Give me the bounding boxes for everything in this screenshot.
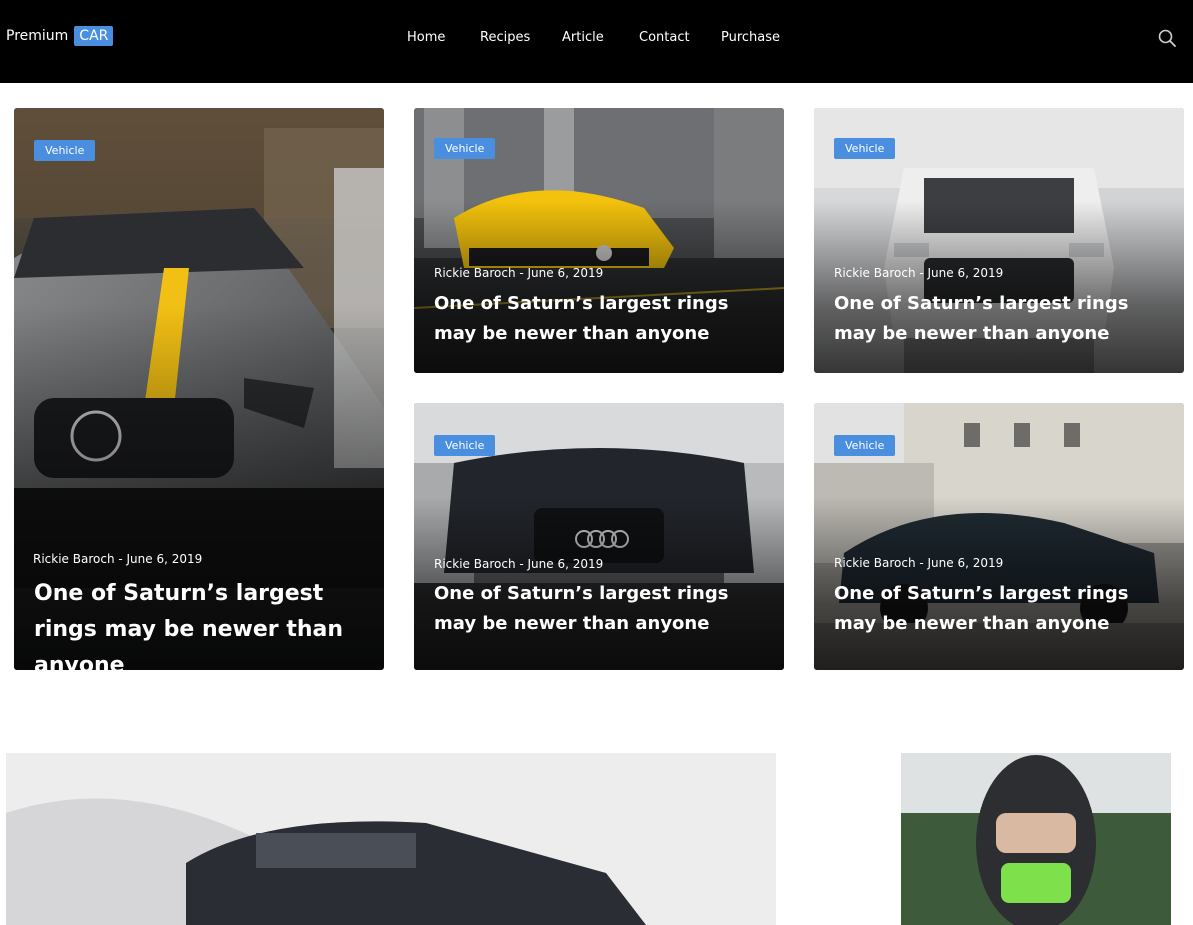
card-meta: Rickie Baroch - June 6, 2019 [834, 556, 1004, 570]
logo-text: Premium [6, 28, 69, 44]
snow-car-image[interactable] [6, 753, 776, 925]
snow-car-photo [6, 753, 776, 925]
card-meta: Rickie Baroch - June 6, 2019 [434, 266, 604, 280]
nav-article[interactable]: Article [562, 30, 604, 45]
nav-recipes[interactable]: Recipes [480, 30, 530, 45]
category-tag[interactable]: Vehicle [434, 138, 496, 159]
featured-card[interactable]: Vehicle Rickie Baroch - June 6, 2019 One… [14, 108, 384, 670]
card-meta: Rickie Baroch - June 6, 2019 [33, 552, 203, 566]
search-icon[interactable] [1158, 29, 1176, 47]
category-tag[interactable]: Vehicle [834, 138, 896, 159]
card-title[interactable]: One of Saturn’s largest rings may be new… [434, 289, 734, 349]
site-header: Premium CAR Home Recipes Article Contact… [0, 0, 1193, 83]
category-tag[interactable]: Vehicle [834, 435, 896, 456]
category-tag[interactable]: Vehicle [434, 435, 496, 456]
card-title[interactable]: One of Saturn’s largest rings may be new… [434, 579, 734, 639]
nav-contact[interactable]: Contact [639, 30, 690, 45]
site-logo[interactable]: Premium CAR [6, 26, 114, 46]
nav-purchase[interactable]: Purchase [721, 30, 780, 45]
nav-home[interactable]: Home [407, 30, 445, 45]
card-meta: Rickie Baroch - June 6, 2019 [434, 557, 604, 571]
rider-photo [901, 753, 1171, 925]
card-title[interactable]: One of Saturn’s largest rings may be new… [34, 576, 374, 670]
article-card[interactable]: Vehicle Rickie Baroch - June 6, 2019 One… [414, 108, 784, 373]
logo-badge: CAR [74, 26, 114, 46]
rider-image[interactable] [901, 753, 1171, 925]
card-title[interactable]: One of Saturn’s largest rings may be new… [834, 579, 1134, 639]
article-card[interactable]: Vehicle Rickie Baroch - June 6, 2019 One… [814, 403, 1184, 670]
article-card[interactable]: Vehicle Rickie Baroch - June 6, 2019 One… [814, 108, 1184, 373]
article-card[interactable]: Vehicle Rickie Baroch - June 6, 2019 One… [414, 403, 784, 670]
category-tag[interactable]: Vehicle [34, 140, 96, 161]
card-meta: Rickie Baroch - June 6, 2019 [834, 266, 1004, 280]
card-title[interactable]: One of Saturn’s largest rings may be new… [834, 289, 1134, 349]
